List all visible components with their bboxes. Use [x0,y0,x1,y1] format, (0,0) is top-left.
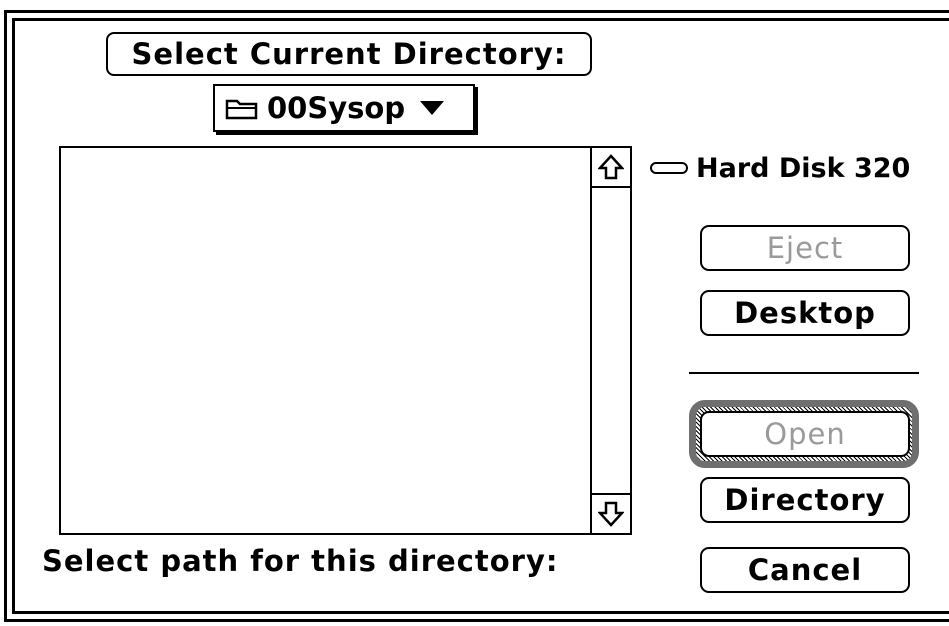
button-divider [689,372,919,374]
hard-disk-icon [650,162,688,174]
arrow-up-icon [598,154,624,180]
file-list[interactable] [59,146,632,535]
cancel-button[interactable]: Cancel [700,547,910,593]
volume-label: Hard Disk 320 [650,150,910,186]
scroll-down-button[interactable] [592,493,630,533]
directory-popup-menu[interactable]: 00Sysop [213,84,475,132]
triangle-down-icon [420,101,445,115]
folder-icon [225,99,258,120]
dialog-title: Select Current Directory: [106,32,592,76]
eject-button[interactable]: Eject [700,225,910,271]
file-list-scrollbar[interactable] [590,148,630,533]
directory-button[interactable]: Directory [700,477,910,523]
popup-label: 00Sysop [267,91,406,125]
open-button[interactable]: Open [700,411,910,457]
volume-name: Hard Disk 320 [696,152,911,184]
select-directory-dialog: Select Current Directory: 00Sysop Hard D… [0,0,949,626]
scroll-up-button[interactable] [592,148,630,188]
directory-prompt: Select path for this directory: [42,544,559,578]
arrow-down-icon [598,501,624,527]
desktop-button[interactable]: Desktop [700,290,910,336]
